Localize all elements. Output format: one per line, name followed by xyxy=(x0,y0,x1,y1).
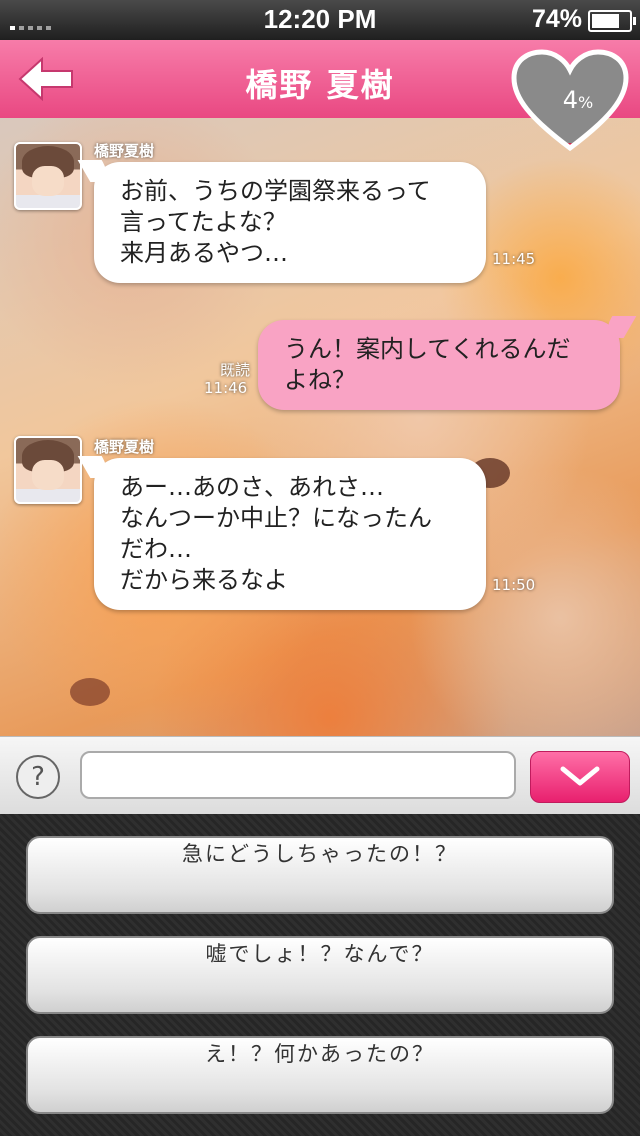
message-line: あー…あのさ、あれさ… xyxy=(120,473,384,501)
message-line: うん！案内してくれるんだ xyxy=(284,335,571,363)
expand-choices-button[interactable] xyxy=(530,751,630,803)
avatar[interactable] xyxy=(14,436,82,504)
sender-name: 橋野夏樹 xyxy=(94,438,155,456)
chevron-down-icon xyxy=(560,766,600,786)
help-icon[interactable]: ? xyxy=(16,755,60,799)
message-time: 11:46 xyxy=(204,379,248,397)
message-line: 来月あるやつ… xyxy=(120,239,288,267)
message-bubble-incoming: お前、うちの学園祭来るって 言ってたよな？ 来月あるやつ… xyxy=(94,162,486,283)
background-photo-detail xyxy=(70,678,110,706)
message-bubble-outgoing: うん！案内してくれるんだ よね？ xyxy=(258,320,620,410)
message-line: だわ… xyxy=(120,535,192,563)
message-line: お前、うちの学園祭来るって xyxy=(120,177,431,205)
message-time: 11:45 xyxy=(492,250,536,268)
message-line: 言ってたよな？ xyxy=(120,208,287,236)
battery-percent: 74% xyxy=(531,5,582,33)
input-bar: ? xyxy=(0,736,640,816)
message-line: なんつーか中止？になったん xyxy=(120,504,432,532)
sender-name: 橋野夏樹 xyxy=(94,142,155,160)
read-receipt: 既読 xyxy=(219,361,250,379)
avatar[interactable] xyxy=(14,142,82,210)
message-line: だから来るなよ xyxy=(120,566,288,594)
message-bubble-incoming: あー…あのさ、あれさ… なんつーか中止？になったん だわ… だから来るなよ xyxy=(94,458,486,610)
chat-area[interactable]: 橋野夏樹 お前、うちの学園祭来るって 言ってたよな？ 来月あるやつ… 11:45… xyxy=(0,118,640,736)
message-time: 11:50 xyxy=(492,576,536,594)
choice-button[interactable]: 急にどうしちゃったの！？ xyxy=(26,836,614,914)
battery-icon xyxy=(588,10,636,32)
message-line: よね？ xyxy=(284,366,356,394)
choice-button[interactable]: 嘘でしょ！？なんで？ xyxy=(26,936,614,1014)
reply-choices: 急にどうしちゃったの！？ 嘘でしょ！？なんで？ え！？何かあったの？ xyxy=(0,814,640,1136)
status-bar: 12:20 PM 74% xyxy=(0,0,640,40)
choice-button[interactable]: え！？何かあったの？ xyxy=(26,1036,614,1114)
affection-value: 4% xyxy=(562,86,594,114)
message-input[interactable] xyxy=(80,751,516,799)
